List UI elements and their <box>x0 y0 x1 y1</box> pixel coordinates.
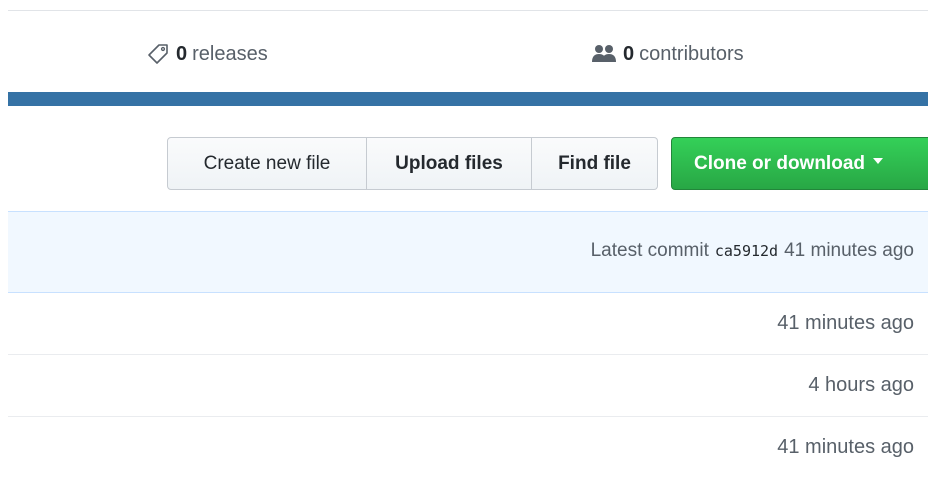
stats-top-divider <box>8 10 928 11</box>
latest-commit-label: Latest commit <box>590 240 709 261</box>
file-row: 4 hours ago <box>8 355 928 417</box>
people-icon <box>591 44 617 64</box>
language-bar[interactable] <box>8 92 928 106</box>
file-row: 41 minutes ago <box>8 417 928 477</box>
file-age: 41 minutes ago <box>777 312 914 334</box>
file-navigation-buttons: Create new file Upload files Find file <box>167 137 658 190</box>
contributors-label: contributors <box>639 42 744 65</box>
contributors-link[interactable]: 0 contributors <box>591 40 744 68</box>
releases-count: 0 <box>176 42 188 65</box>
create-new-file-button[interactable]: Create new file <box>167 137 367 190</box>
releases-label: releases <box>192 42 268 65</box>
contributors-count: 0 <box>623 42 635 65</box>
latest-commit-age: 41 minutes ago <box>784 240 914 261</box>
caret-down-icon <box>873 157 883 164</box>
file-row: 41 minutes ago <box>8 293 928 355</box>
commit-tease: Latest commit ca5912d 41 minutes ago <box>8 211 928 293</box>
releases-link[interactable]: 0 releases <box>146 40 268 68</box>
file-age: 41 minutes ago <box>777 436 914 458</box>
latest-commit-info: Latest commit ca5912d 41 minutes ago <box>591 240 914 262</box>
clone-or-download-button[interactable]: Clone or download <box>671 137 928 190</box>
commit-sha-link[interactable]: ca5912d <box>715 242 778 260</box>
tag-icon <box>146 42 170 66</box>
find-file-button[interactable]: Find file <box>532 137 658 190</box>
file-age: 4 hours ago <box>808 374 914 396</box>
clone-or-download-label: Clone or download <box>694 152 865 174</box>
upload-files-button[interactable]: Upload files <box>367 137 532 190</box>
repository-page: 0 releases 0 contributors Create new fil… <box>0 0 928 477</box>
